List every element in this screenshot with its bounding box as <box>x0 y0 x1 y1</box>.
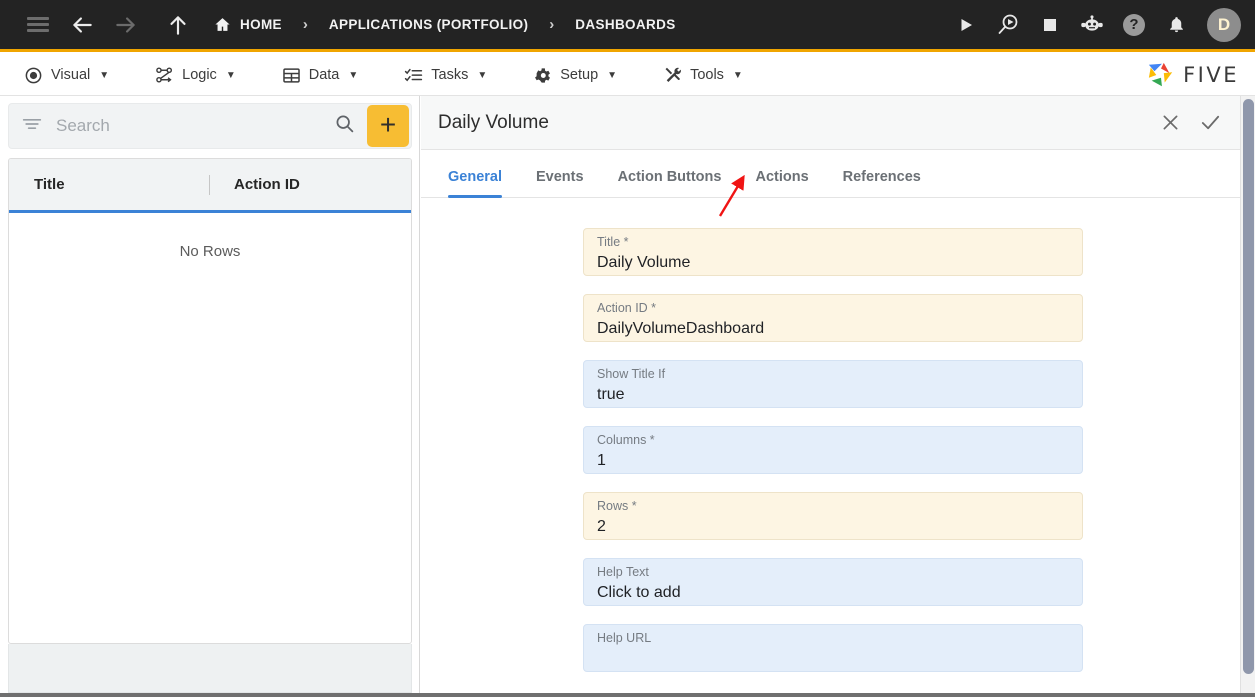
menu-item-visual[interactable]: Visual ▼ <box>24 66 109 85</box>
detail-tabs: General Events Action Buttons Actions Re… <box>421 150 1241 198</box>
field-label: Rows * <box>597 499 637 513</box>
robot-icon[interactable] <box>1073 6 1111 44</box>
chevron-down-icon: ▼ <box>225 69 236 81</box>
question-circle-icon[interactable]: ? <box>1115 6 1153 44</box>
breadcrumb-item-applications[interactable]: APPLICATIONS (PORTFOLIO) <box>325 13 532 36</box>
page-title: Daily Volume <box>438 111 549 133</box>
tab-actions[interactable]: Actions <box>755 169 808 197</box>
list-panel-footer <box>8 644 412 693</box>
tools-icon <box>663 66 682 85</box>
dashboard-detail-panel: Daily Volume General Events Action Butto… <box>421 96 1241 697</box>
field-help-text[interactable]: Help Text Click to add <box>583 558 1083 606</box>
field-label: Show Title If <box>597 367 666 381</box>
field-value: Daily Volume <box>597 254 691 271</box>
nodes-icon <box>155 66 174 85</box>
window-bottom-border <box>0 693 1255 697</box>
field-label: Help Text <box>597 565 649 579</box>
filter-icon[interactable] <box>22 116 42 137</box>
menu-item-tools[interactable]: Tools ▼ <box>663 66 743 85</box>
back-arrow-icon[interactable] <box>60 0 104 51</box>
bell-icon[interactable] <box>1157 6 1195 44</box>
check-icon[interactable] <box>1197 110 1223 136</box>
field-help-url[interactable]: Help URL <box>583 624 1083 672</box>
menu-label: Logic <box>182 67 217 83</box>
top-navigation-bar: HOME › APPLICATIONS (PORTFOLIO) › DASHBO… <box>0 0 1255 52</box>
main-content: + Title Action ID No Rows Daily Volume <box>0 96 1255 697</box>
search-icon[interactable] <box>334 113 355 139</box>
menu-label: Tasks <box>431 67 469 83</box>
chevron-down-icon: ▼ <box>348 69 359 81</box>
tab-events[interactable]: Events <box>536 169 584 197</box>
tab-general[interactable]: General <box>448 169 502 198</box>
avatar[interactable]: D <box>1207 7 1241 42</box>
hamburger-menu-icon[interactable] <box>16 0 60 51</box>
checklist-icon <box>404 66 423 85</box>
gear-icon <box>533 66 552 85</box>
add-dashboard-button[interactable]: + <box>367 105 409 147</box>
detail-header-actions <box>1157 110 1241 136</box>
pinwheel-icon <box>1148 62 1173 87</box>
field-value: DailyVolumeDashboard <box>597 320 765 337</box>
chevron-down-icon: ▼ <box>732 69 743 81</box>
breadcrumb-separator: › <box>302 16 308 33</box>
breadcrumb-item-home[interactable]: HOME <box>210 12 286 37</box>
menu-label: Tools <box>690 67 724 83</box>
breadcrumb-separator: › <box>549 16 555 33</box>
search-input[interactable] <box>56 116 334 136</box>
field-rows[interactable]: Rows * 2 <box>583 492 1083 540</box>
application-menu-bar: Visual ▼ Logic ▼ Data ▼ Tasks ▼ Setup ▼ … <box>0 55 1255 96</box>
field-show-title-if[interactable]: Show Title If true <box>583 360 1083 408</box>
chevron-down-icon: ▼ <box>477 69 488 81</box>
general-form: Title * Daily Volume Action ID * DailyVo… <box>421 198 1241 697</box>
menu-item-tasks[interactable]: Tasks ▼ <box>404 66 487 85</box>
up-arrow-icon[interactable] <box>156 0 200 51</box>
field-action-id[interactable]: Action ID * DailyVolumeDashboard <box>583 294 1083 342</box>
table-icon <box>282 66 301 85</box>
field-value: true <box>597 386 625 403</box>
menu-item-data[interactable]: Data ▼ <box>282 66 359 85</box>
menu-label: Data <box>308 67 340 83</box>
field-title[interactable]: Title * Daily Volume <box>583 228 1083 276</box>
home-icon <box>215 18 230 31</box>
field-label: Columns * <box>597 433 655 447</box>
plus-icon: + <box>379 108 397 140</box>
field-columns[interactable]: Columns * 1 <box>583 426 1083 474</box>
tab-action-buttons[interactable]: Action Buttons <box>618 169 722 197</box>
column-header-action-id[interactable]: Action ID <box>210 176 300 193</box>
field-value: Click to add <box>597 584 681 601</box>
breadcrumb-item-dashboards[interactable]: DASHBOARDS <box>571 13 679 36</box>
brand-name: FIVE <box>1183 63 1239 87</box>
field-label: Title * <box>597 235 629 249</box>
stop-square-icon[interactable] <box>1031 6 1069 44</box>
field-label: Help URL <box>597 631 652 645</box>
magnifier-play-icon[interactable] <box>989 6 1027 44</box>
menu-item-setup[interactable]: Setup ▼ <box>533 66 617 85</box>
eye-icon <box>24 66 43 85</box>
five-brand-logo: FIVE <box>1146 61 1239 89</box>
column-header-title[interactable]: Title <box>9 176 209 193</box>
chevron-down-icon: ▼ <box>607 69 618 81</box>
scrollbar-thumb[interactable] <box>1243 99 1254 674</box>
menu-label: Visual <box>51 67 91 83</box>
field-label: Action ID * <box>597 301 657 315</box>
close-icon[interactable] <box>1157 110 1183 136</box>
dashboards-list-panel: + Title Action ID No Rows <box>0 96 420 697</box>
chevron-down-icon: ▼ <box>99 69 110 81</box>
menu-item-logic[interactable]: Logic ▼ <box>155 66 236 85</box>
breadcrumb: HOME › APPLICATIONS (PORTFOLIO) › DASHBO… <box>210 12 680 37</box>
vertical-scrollbar[interactable] <box>1240 96 1255 697</box>
breadcrumb-label: HOME <box>240 17 282 32</box>
detail-header: Daily Volume <box>421 96 1241 150</box>
empty-state-message: No Rows <box>179 243 241 260</box>
forward-arrow-icon[interactable] <box>104 0 148 51</box>
dashboards-table: Title Action ID No Rows <box>8 158 412 644</box>
field-value: 1 <box>597 452 606 469</box>
top-bar-actions: ? D <box>947 6 1255 44</box>
tab-references[interactable]: References <box>843 169 921 197</box>
play-icon[interactable] <box>947 6 985 44</box>
search-bar: + <box>8 103 412 149</box>
menu-label: Setup <box>560 67 599 83</box>
table-header-row: Title Action ID <box>9 159 411 213</box>
field-value: 2 <box>597 518 606 535</box>
